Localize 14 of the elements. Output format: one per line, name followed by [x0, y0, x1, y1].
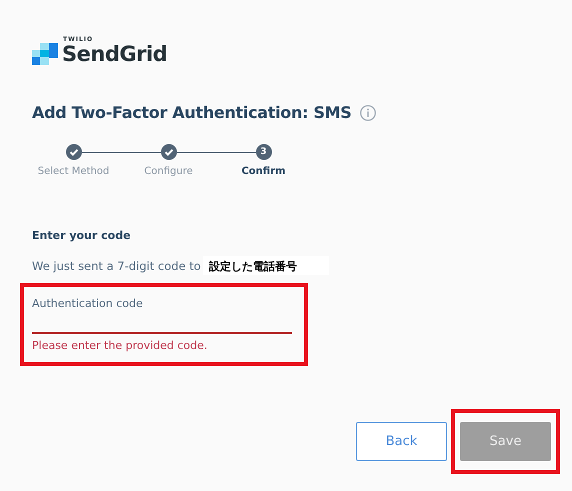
- step-label: Configure: [144, 166, 193, 177]
- step-number: 3: [256, 144, 272, 160]
- save-button[interactable]: Save: [460, 422, 551, 461]
- back-button[interactable]: Back: [356, 422, 447, 461]
- sent-message: We just sent a 7-digit code to: [32, 258, 201, 272]
- step-label: Confirm: [241, 166, 286, 177]
- page-title: Add Two-Factor Authentication: SMS: [32, 103, 352, 122]
- logo-text: SendGrid: [62, 43, 168, 65]
- logo-icon: [32, 43, 58, 65]
- error-message: Please enter the provided code.: [32, 339, 208, 352]
- phone-note: 設定した電話番号: [202, 256, 329, 275]
- section-heading: Enter your code: [32, 229, 132, 242]
- step-label: Select Method: [38, 166, 110, 177]
- field-label: Authentication code: [32, 297, 144, 310]
